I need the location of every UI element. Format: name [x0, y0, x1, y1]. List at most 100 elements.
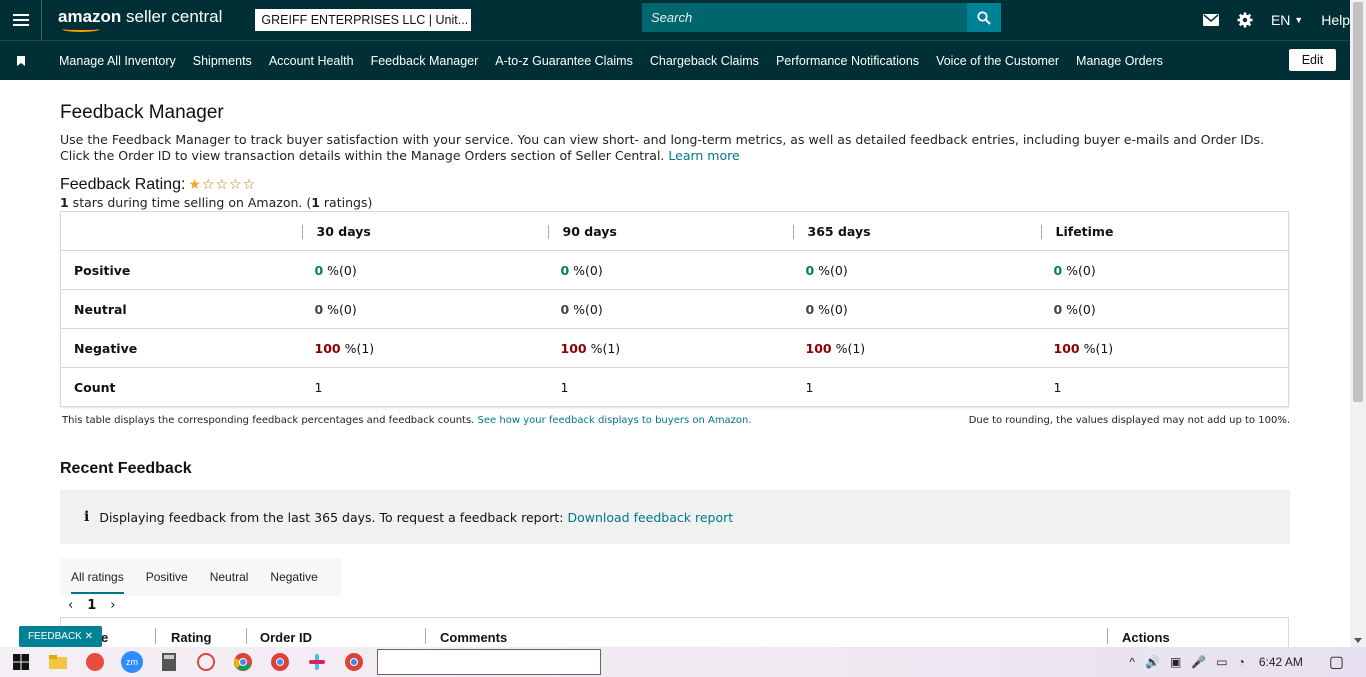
chevron-left-icon[interactable]: ‹ [68, 598, 73, 613]
metric-suffix: %(1) [586, 340, 621, 356]
col-separator [155, 628, 156, 644]
clock[interactable]: 6:42 AM [1259, 655, 1303, 669]
windows-start-icon[interactable] [10, 651, 32, 673]
metric-value: 0 [805, 262, 815, 278]
nav-item-chargeback-claims[interactable]: Chargeback Claims [650, 54, 759, 68]
page-scrollbar[interactable] [1350, 0, 1366, 647]
metric-value: 100 [560, 340, 587, 356]
gear-icon[interactable] [1237, 12, 1253, 28]
menu-icon[interactable] [0, 0, 42, 40]
battery-icon[interactable]: ▭ [1216, 655, 1227, 669]
row-label: Count [60, 367, 302, 407]
seller-central-logo[interactable]: amazon seller central [58, 7, 222, 32]
metric-cell: 0 %(0) [547, 250, 793, 290]
metric-suffix: %(0) [569, 262, 603, 278]
metric-suffix: %(0) [814, 262, 848, 278]
metric-cell: 100 %(1) [792, 328, 1041, 368]
row-label: Negative [60, 328, 302, 368]
download-report-link[interactable]: Download feedback report [567, 510, 733, 525]
notification-icon[interactable]: ▢ [1329, 652, 1344, 672]
metric-value: 0 [1053, 301, 1063, 317]
nav-item-shipments[interactable]: Shipments [193, 54, 252, 68]
nav-item-feedback-manager[interactable]: Feedback Manager [371, 54, 479, 68]
chevron-right-icon[interactable]: › [110, 598, 115, 613]
nav-item-voice-of-customer[interactable]: Voice of the Customer [936, 54, 1059, 68]
paint-icon[interactable] [195, 651, 217, 673]
metric-suffix: %(0) [569, 301, 603, 317]
feedback-tag-button[interactable]: FEEDBACK ✕ [19, 626, 102, 647]
chrome-profile-2-icon[interactable] [343, 651, 365, 673]
scrollbar-thumb[interactable] [1353, 2, 1363, 402]
account-switcher[interactable]: GREIFF ENTERPRISES LLC | Unit... [255, 9, 472, 31]
metric-suffix: %(1) [831, 340, 866, 356]
learn-more-link[interactable]: Learn more [668, 148, 739, 163]
intro-text: Use the Feedback Manager to track buyer … [60, 132, 1290, 164]
nav-item-account-health[interactable]: Account Health [269, 54, 354, 68]
bookmark-icon[interactable] [0, 55, 42, 66]
metric-suffix: %(0) [1062, 262, 1096, 278]
col-actions[interactable]: Actions [1122, 630, 1170, 645]
wps-office-icon[interactable] [84, 651, 106, 673]
col-order-id[interactable]: Order ID [260, 630, 312, 645]
nav-item-performance-notifications[interactable]: Performance Notifications [776, 54, 919, 68]
rating-summary: 1 stars during time selling on Amazon. (… [60, 195, 1290, 210]
metric-value: 1 [805, 379, 814, 395]
tab-negative[interactable]: Negative [270, 558, 317, 596]
header-90-days: 90 days [547, 211, 793, 251]
metric-value: 0 [560, 301, 570, 317]
metric-cell: 100 %(1) [547, 328, 793, 368]
language-selector[interactable]: EN ▼ [1271, 12, 1303, 28]
zoom-icon[interactable]: zm [121, 651, 143, 673]
table-row: Positive 0 %(0) 0 %(0) 0 %(0) 0 %(0) [60, 250, 1289, 290]
metric-suffix: %(1) [340, 340, 375, 356]
rating-sub-text2: ratings) [319, 195, 373, 210]
table-row: Count 1 1 1 1 [60, 367, 1289, 407]
col-comments[interactable]: Comments [440, 630, 507, 645]
metric-cell: 0 %(0) [301, 250, 548, 290]
close-icon[interactable]: ✕ [85, 631, 93, 642]
info-box: i Displaying feedback from the last 365 … [60, 490, 1290, 544]
chevron-up-icon[interactable]: ^ [1129, 655, 1135, 669]
metric-cell: 0 %(0) [1040, 250, 1289, 290]
tab-neutral[interactable]: Neutral [210, 558, 249, 596]
calculator-icon[interactable] [158, 651, 180, 673]
chrome-profile-icon[interactable] [269, 651, 291, 673]
scroll-down-icon[interactable] [1354, 638, 1362, 643]
tab-positive[interactable]: Positive [146, 558, 188, 596]
nav-item-manage-inventory[interactable]: Manage All Inventory [59, 54, 176, 68]
chrome-icon[interactable] [232, 651, 254, 673]
file-explorer-icon[interactable] [47, 651, 69, 673]
wifi-icon[interactable]: ◔ [1238, 655, 1245, 669]
volume-icon[interactable]: 🔊 [1145, 655, 1160, 669]
window-thumbnail[interactable] [377, 649, 601, 675]
table-row: Neutral 0 %(0) 0 %(0) 0 %(0) 0 %(0) [60, 289, 1289, 329]
edit-nav-button[interactable]: Edit [1289, 49, 1336, 71]
help-link[interactable]: Help [1321, 12, 1350, 28]
system-tray: ^ 🔊 ▣ 🎤 ▭ ◔ 6:42 AM ▢ [1119, 647, 1344, 677]
chevron-down-icon: ▼ [1294, 15, 1304, 25]
col-date[interactable]: e [101, 630, 108, 645]
tab-all-ratings[interactable]: All ratings [71, 558, 124, 596]
nav-item-atoz-claims[interactable]: A-to-z Guarantee Claims [495, 54, 633, 68]
table-footnote: This table displays the corresponding fe… [60, 415, 1290, 426]
nav-bar: Manage All Inventory Shipments Account H… [0, 40, 1350, 80]
metric-suffix: %(1) [1079, 340, 1114, 356]
microphone-icon[interactable]: 🎤 [1191, 655, 1206, 669]
slack-icon[interactable] [306, 651, 328, 673]
search-input[interactable] [642, 3, 967, 32]
mail-icon[interactable] [1202, 14, 1219, 26]
col-rating[interactable]: Rating [171, 630, 211, 645]
header-empty [60, 211, 302, 251]
metric-value: 100 [314, 340, 341, 356]
search-button[interactable] [967, 3, 1001, 32]
logo-smile [62, 26, 100, 32]
rating-sub-text1: stars during time selling on Amazon. ( [68, 195, 312, 210]
metric-suffix: %(0) [1062, 301, 1096, 317]
nav-item-manage-orders[interactable]: Manage Orders [1076, 54, 1163, 68]
main-content: Feedback Manager Use the Feedback Manage… [60, 80, 1290, 647]
col-separator [425, 628, 426, 644]
meet-icon[interactable]: ▣ [1170, 655, 1181, 669]
page-number[interactable]: 1 [87, 598, 96, 613]
rating-sub-count: 1 [311, 195, 320, 210]
feedback-display-link[interactable]: See how your feedback displays to buyers… [478, 415, 752, 426]
